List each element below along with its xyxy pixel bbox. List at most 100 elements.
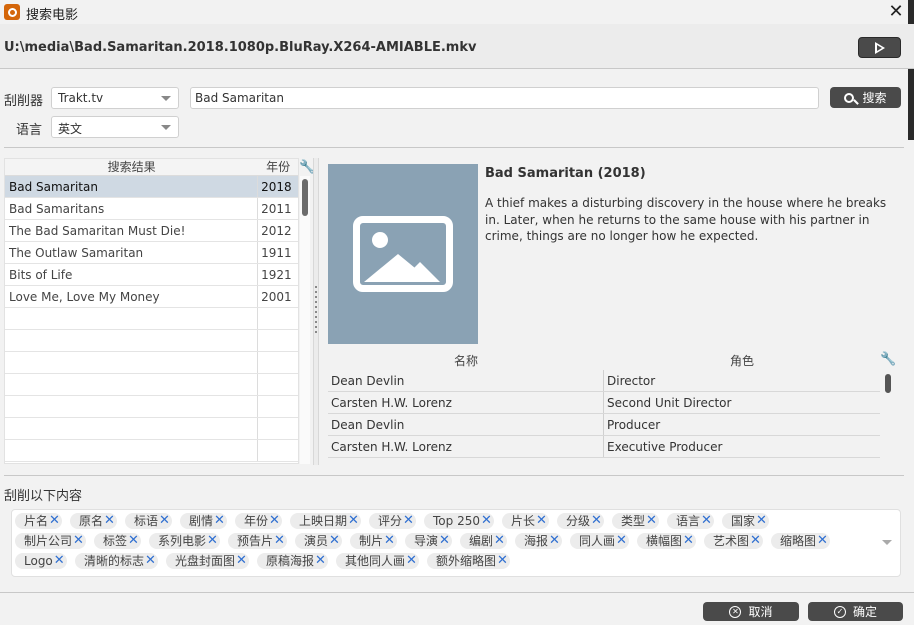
table-row[interactable]: The Outlaw Samaritan 1911	[5, 242, 298, 264]
scrape-tag[interactable]: 片长 ✕	[502, 513, 549, 529]
remove-tag-icon[interactable]: ✕	[406, 553, 417, 569]
tag-label: 制片	[359, 534, 384, 548]
tag-label: 系列电影	[158, 534, 207, 548]
results-scrollbar[interactable]	[300, 176, 310, 464]
scrape-tag[interactable]: 海报 ✕	[515, 533, 562, 549]
remove-tag-icon[interactable]: ✕	[54, 553, 65, 569]
remove-tag-icon[interactable]: ✕	[384, 533, 395, 549]
cast-scroll-thumb[interactable]	[885, 374, 891, 393]
table-row[interactable]: Carsten H.W. Lorenz Executive Producer	[328, 436, 880, 458]
tag-label: 上映日期	[299, 514, 348, 528]
scrape-tag[interactable]: 片名 ✕	[15, 513, 62, 529]
remove-tag-icon[interactable]: ✕	[269, 513, 280, 529]
cancel-button[interactable]: ✕ 取消	[703, 602, 799, 621]
scrape-tag[interactable]: 同人画 ✕	[570, 533, 629, 549]
remove-tag-icon[interactable]: ✕	[683, 533, 694, 549]
scrape-tag[interactable]: 原稿海报 ✕	[257, 553, 328, 569]
scrape-tag[interactable]: 系列电影 ✕	[149, 533, 220, 549]
scrape-tag[interactable]: 预告片 ✕	[228, 533, 287, 549]
remove-tag-icon[interactable]: ✕	[236, 553, 247, 569]
table-row[interactable]: Carsten H.W. Lorenz Second Unit Director	[328, 392, 880, 414]
table-row[interactable]: Love Me, Love My Money 2001	[5, 286, 298, 308]
table-row[interactable]: Bad Samaritan 2018	[5, 176, 298, 198]
scrape-tag[interactable]: 编剧 ✕	[460, 533, 507, 549]
remove-tag-icon[interactable]: ✕	[207, 533, 218, 549]
scrape-tag[interactable]: 年份 ✕	[235, 513, 282, 529]
remove-tag-icon[interactable]: ✕	[403, 513, 414, 529]
scrape-tag[interactable]: 国家 ✕	[722, 513, 769, 529]
remove-tag-icon[interactable]: ✕	[348, 513, 359, 529]
scrape-tag[interactable]: 上映日期 ✕	[290, 513, 361, 529]
remove-tag-icon[interactable]: ✕	[329, 533, 340, 549]
remove-tag-icon[interactable]: ✕	[128, 533, 139, 549]
remove-tag-icon[interactable]: ✕	[756, 513, 767, 529]
table-row[interactable]: Bits of Life 1921	[5, 264, 298, 286]
scrape-tag[interactable]: 艺术图 ✕	[704, 533, 763, 549]
results-scroll-thumb[interactable]	[302, 179, 308, 216]
remove-tag-icon[interactable]: ✕	[616, 533, 627, 549]
table-row[interactable]: The Bad Samaritan Must Die! 2012	[5, 220, 298, 242]
play-button[interactable]	[858, 37, 901, 58]
scrape-tag[interactable]: 标语 ✕	[125, 513, 172, 529]
chevron-down-icon[interactable]	[882, 540, 892, 545]
remove-tag-icon[interactable]: ✕	[817, 533, 828, 549]
remove-tag-icon[interactable]: ✕	[701, 513, 712, 529]
scrape-tag[interactable]: 制片公司 ✕	[15, 533, 86, 549]
result-year: 2001	[261, 290, 292, 304]
remove-tag-icon[interactable]: ✕	[159, 513, 170, 529]
language-select[interactable]: 英文	[51, 116, 179, 138]
scrape-tag[interactable]: 清晰的标志 ✕	[75, 553, 158, 569]
table-row[interactable]: Dean Devlin Director	[328, 370, 880, 392]
scrape-tag[interactable]: 缩略图 ✕	[771, 533, 830, 549]
table-row[interactable]: Dean Devlin Producer	[328, 414, 880, 436]
remove-tag-icon[interactable]: ✕	[274, 533, 285, 549]
scrape-tag[interactable]: 评分 ✕	[369, 513, 416, 529]
remove-tag-icon[interactable]: ✕	[481, 513, 492, 529]
remove-tag-icon[interactable]: ✕	[536, 513, 547, 529]
remove-tag-icon[interactable]: ✕	[104, 513, 115, 529]
remove-tag-icon[interactable]: ✕	[646, 513, 657, 529]
scrape-tag[interactable]: Top 250 ✕	[424, 513, 494, 529]
scrape-tag[interactable]: 剧情 ✕	[180, 513, 227, 529]
remove-tag-icon[interactable]: ✕	[439, 533, 450, 549]
table-row[interactable]: Bad Samaritans 2011	[5, 198, 298, 220]
remove-tag-icon[interactable]: ✕	[591, 513, 602, 529]
column-header-name[interactable]: 名称	[328, 353, 604, 370]
search-input[interactable]	[190, 87, 819, 109]
tag-label: 原稿海报	[266, 554, 315, 568]
scrape-tag[interactable]: 分级 ✕	[557, 513, 604, 529]
wrench-icon[interactable]: 🔧	[880, 352, 896, 367]
remove-tag-icon[interactable]: ✕	[549, 533, 560, 549]
tag-label: 标签	[103, 534, 128, 548]
column-header-year[interactable]: 年份	[258, 159, 298, 175]
remove-tag-icon[interactable]: ✕	[315, 553, 326, 569]
scrape-tag[interactable]: 额外缩略图 ✕	[427, 553, 510, 569]
remove-tag-icon[interactable]: ✕	[214, 513, 225, 529]
search-button[interactable]: 搜索	[830, 87, 901, 108]
scraper-select[interactable]: Trakt.tv	[51, 87, 179, 109]
scrape-tag[interactable]: 演员 ✕	[295, 533, 342, 549]
scrape-tag[interactable]: 标签 ✕	[94, 533, 141, 549]
column-header-title[interactable]: 搜索结果	[5, 159, 258, 175]
tag-label: 编剧	[469, 534, 494, 548]
scrape-tag[interactable]: 横幅图 ✕	[637, 533, 696, 549]
remove-tag-icon[interactable]: ✕	[73, 533, 84, 549]
ok-button[interactable]: ✓ 确定	[808, 602, 903, 621]
scrape-tag[interactable]: 语言 ✕	[667, 513, 714, 529]
scrape-tag[interactable]: 类型 ✕	[612, 513, 659, 529]
remove-tag-icon[interactable]: ✕	[497, 553, 508, 569]
column-header-role[interactable]: 角色	[604, 353, 880, 370]
scrape-tag[interactable]: 光盘封面图 ✕	[166, 553, 249, 569]
scrape-tag[interactable]: 导演 ✕	[405, 533, 452, 549]
remove-tag-icon[interactable]: ✕	[145, 553, 156, 569]
close-icon[interactable]: ✕	[885, 1, 907, 23]
cast-name: Dean Devlin	[328, 370, 604, 391]
scrape-tag[interactable]: Logo ✕	[15, 553, 67, 569]
remove-tag-icon[interactable]: ✕	[49, 513, 60, 529]
remove-tag-icon[interactable]: ✕	[750, 533, 761, 549]
scrape-tag[interactable]: 制片 ✕	[350, 533, 397, 549]
scrape-tag[interactable]: 其他同人画 ✕	[336, 553, 419, 569]
remove-tag-icon[interactable]: ✕	[494, 533, 505, 549]
scrape-tag[interactable]: 原名 ✕	[70, 513, 117, 529]
result-title: Bad Samaritans	[5, 198, 259, 219]
